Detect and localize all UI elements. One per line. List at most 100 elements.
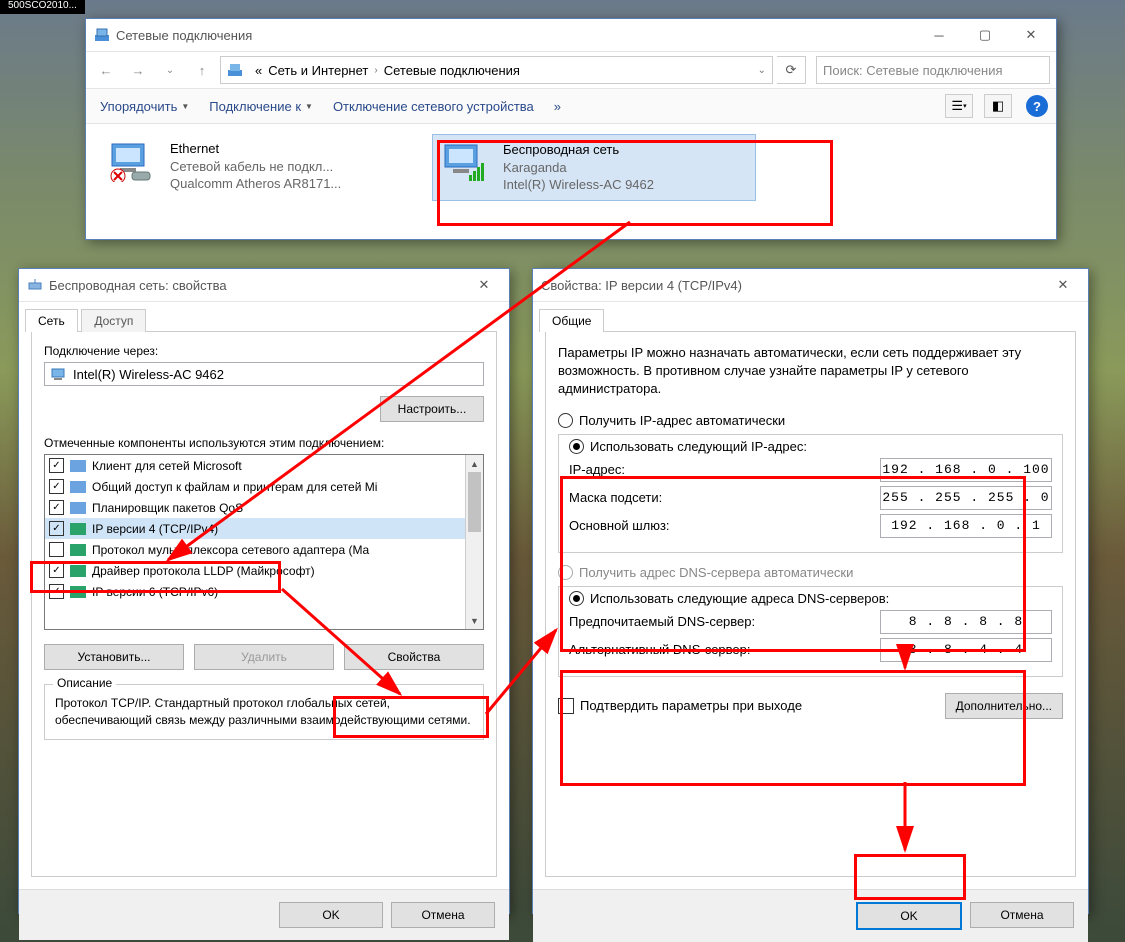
cancel-button[interactable]: Отмена xyxy=(970,902,1074,928)
checkbox-checked[interactable]: ✓ xyxy=(49,521,64,536)
help-button[interactable]: ? xyxy=(1026,95,1048,117)
breadcrumb-item[interactable]: Сетевые подключения xyxy=(384,63,520,78)
preview-pane-button[interactable]: ◧ xyxy=(984,94,1012,118)
description-group: Описание Протокол TCP/IP. Стандартный пр… xyxy=(44,684,484,740)
confirm-checkbox[interactable] xyxy=(558,698,574,714)
recent-dropdown[interactable]: ⌄ xyxy=(156,56,184,84)
explorer-titlebar: Сетевые подключения ─ ▢ ✕ xyxy=(86,19,1056,52)
scrollbar[interactable]: ▲▼ xyxy=(465,455,483,629)
adapter-properties-dialog: Беспроводная сеть: свойства ✕ Сеть Досту… xyxy=(18,268,510,914)
connection-adapter: Intel(R) Wireless-AC 9462 xyxy=(503,176,749,194)
ip-label: IP-адрес: xyxy=(569,462,880,477)
breadcrumb-root[interactable]: « xyxy=(255,63,262,78)
gateway-label: Основной шлюз: xyxy=(569,518,880,533)
list-item: ✓IP версии 6 (TCP/IPv6) xyxy=(45,581,483,602)
install-button[interactable]: Установить... xyxy=(44,644,184,670)
cancel-button[interactable]: Отмена xyxy=(391,902,495,928)
list-item: Протокол мультиплексора сетевого адаптер… xyxy=(45,539,483,560)
ipv4-properties-dialog: Свойства: IP версии 4 (TCP/IPv4) ✕ Общие… xyxy=(532,268,1089,914)
properties-button[interactable]: Свойства xyxy=(344,644,484,670)
up-button[interactable]: ↑ xyxy=(188,56,216,84)
dialog-titlebar: Свойства: IP версии 4 (TCP/IPv4) ✕ xyxy=(533,269,1088,302)
tab-network[interactable]: Сеть xyxy=(25,309,78,332)
dns1-label: Предпочитаемый DNS-сервер: xyxy=(569,614,880,629)
explorer-title: Сетевые подключения xyxy=(116,28,916,43)
search-input[interactable]: Поиск: Сетевые подключения xyxy=(816,56,1050,84)
checkbox-unchecked[interactable] xyxy=(49,542,64,557)
tab-access[interactable]: Доступ xyxy=(81,309,146,332)
checkbox-checked[interactable]: ✓ xyxy=(49,458,64,473)
refresh-button[interactable]: ⟳ xyxy=(777,56,806,84)
list-item: ✓Клиент для сетей Microsoft xyxy=(45,455,483,476)
subnet-mask-field[interactable]: 255 . 255 . 255 . 0 xyxy=(880,486,1052,510)
radio-use-dns[interactable]: Использовать следующие адреса DNS-сервер… xyxy=(569,591,1052,606)
breadcrumb-item[interactable]: Сеть и Интернет xyxy=(268,63,368,78)
more-commands[interactable]: » xyxy=(548,95,567,118)
checkbox-checked[interactable]: ✓ xyxy=(49,479,64,494)
tab-general[interactable]: Общие xyxy=(539,309,604,332)
dns2-label: Альтернативный DNS-сервер: xyxy=(569,642,880,657)
alternate-dns-field[interactable]: 8 . 8 . 4 . 4 xyxy=(880,638,1052,662)
taskbar-tab: 500SCO2010... xyxy=(0,0,85,14)
ok-button[interactable]: OK xyxy=(856,902,962,930)
network-folder-icon xyxy=(94,27,110,43)
close-button[interactable]: ✕ xyxy=(1040,270,1086,300)
list-item-ipv4: ✓IP версии 4 (TCP/IPv4) xyxy=(45,518,483,539)
disable-device-button[interactable]: Отключение сетевого устройства xyxy=(327,95,540,118)
connect-to-menu[interactable]: Подключение к▼ xyxy=(203,95,319,118)
connect-via-label: Подключение через: xyxy=(44,344,484,358)
minimize-button[interactable]: ─ xyxy=(916,20,962,50)
static-ip-group: Использовать следующий IP-адрес: IP-адре… xyxy=(558,434,1063,553)
confirm-label: Подтвердить параметры при выходе xyxy=(580,698,945,713)
list-item: ✓Планировщик пакетов QoS xyxy=(45,497,483,518)
connection-status: Сетевой кабель не подкл... xyxy=(170,158,416,176)
radio-auto-dns: Получить адрес DNS-сервера автоматически xyxy=(558,565,1063,580)
forward-button[interactable]: → xyxy=(124,56,152,84)
wireless-connected-icon xyxy=(439,141,495,194)
configure-button[interactable]: Настроить... xyxy=(380,396,484,422)
close-button[interactable]: ✕ xyxy=(1008,20,1054,50)
connection-name: Ethernet xyxy=(170,140,416,158)
list-item: ✓Общий доступ к файлам и принтерам для с… xyxy=(45,476,483,497)
dialog-title: Беспроводная сеть: свойства xyxy=(49,278,461,293)
network-folder-icon xyxy=(227,62,243,78)
radio-use-ip[interactable]: Использовать следующий IP-адрес: xyxy=(569,439,1052,454)
components-label: Отмеченные компоненты используются этим … xyxy=(44,436,484,450)
connection-wireless[interactable]: Беспроводная сеть Karaganda Intel(R) Wir… xyxy=(432,134,756,201)
explorer-navbar: ← → ⌄ ↑ « Сеть и Интернет › Сетевые подк… xyxy=(86,52,1056,89)
back-button[interactable]: ← xyxy=(92,56,120,84)
address-bar[interactable]: « Сеть и Интернет › Сетевые подключения … xyxy=(220,56,773,84)
checkbox-checked[interactable]: ✓ xyxy=(49,584,64,599)
adapter-field: Intel(R) Wireless-AC 9462 xyxy=(44,362,484,386)
adapter-name: Intel(R) Wireless-AC 9462 xyxy=(73,367,224,382)
static-dns-group: Использовать следующие адреса DNS-сервер… xyxy=(558,586,1063,677)
radio-auto-ip[interactable]: Получить IP-адрес автоматически xyxy=(558,413,1063,428)
gateway-field[interactable]: 192 . 168 . 0 . 1 xyxy=(880,514,1052,538)
view-options-button[interactable]: ☰▾ xyxy=(945,94,973,118)
advanced-button[interactable]: Дополнительно... xyxy=(945,693,1063,719)
explorer-window: Сетевые подключения ─ ▢ ✕ ← → ⌄ ↑ « Сеть… xyxy=(85,18,1057,240)
checkbox-checked[interactable]: ✓ xyxy=(49,563,64,578)
organize-menu[interactable]: Упорядочить▼ xyxy=(94,95,195,118)
adapter-icon xyxy=(27,277,43,293)
checkbox-checked[interactable]: ✓ xyxy=(49,500,64,515)
chevron-down-icon[interactable]: ⌄ xyxy=(758,65,766,76)
ok-button[interactable]: OK xyxy=(279,902,383,928)
remove-button: Удалить xyxy=(194,644,334,670)
components-listbox[interactable]: ✓Клиент для сетей Microsoft ✓Общий досту… xyxy=(44,454,484,630)
description-legend: Описание xyxy=(53,676,116,690)
ip-address-field[interactable]: 192 . 168 . 0 . 100 xyxy=(880,458,1052,482)
connection-name: Беспроводная сеть xyxy=(503,141,749,159)
ethernet-disconnected-icon xyxy=(106,140,162,195)
mask-label: Маска подсети: xyxy=(569,490,880,505)
close-button[interactable]: ✕ xyxy=(461,270,507,300)
chevron-right-icon: › xyxy=(374,65,377,76)
ipv4-intro: Параметры IP можно назначать автоматичес… xyxy=(558,344,1063,399)
preferred-dns-field[interactable]: 8 . 8 . 8 . 8 xyxy=(880,610,1052,634)
connection-ethernet[interactable]: Ethernet Сетевой кабель не подкл... Qual… xyxy=(100,134,422,201)
connection-adapter: Qualcomm Atheros AR8171... xyxy=(170,175,416,193)
dialog-titlebar: Беспроводная сеть: свойства ✕ xyxy=(19,269,509,302)
connection-status: Karaganda xyxy=(503,159,749,177)
list-item: ✓Драйвер протокола LLDP (Майкрософт) xyxy=(45,560,483,581)
maximize-button[interactable]: ▢ xyxy=(962,20,1008,50)
